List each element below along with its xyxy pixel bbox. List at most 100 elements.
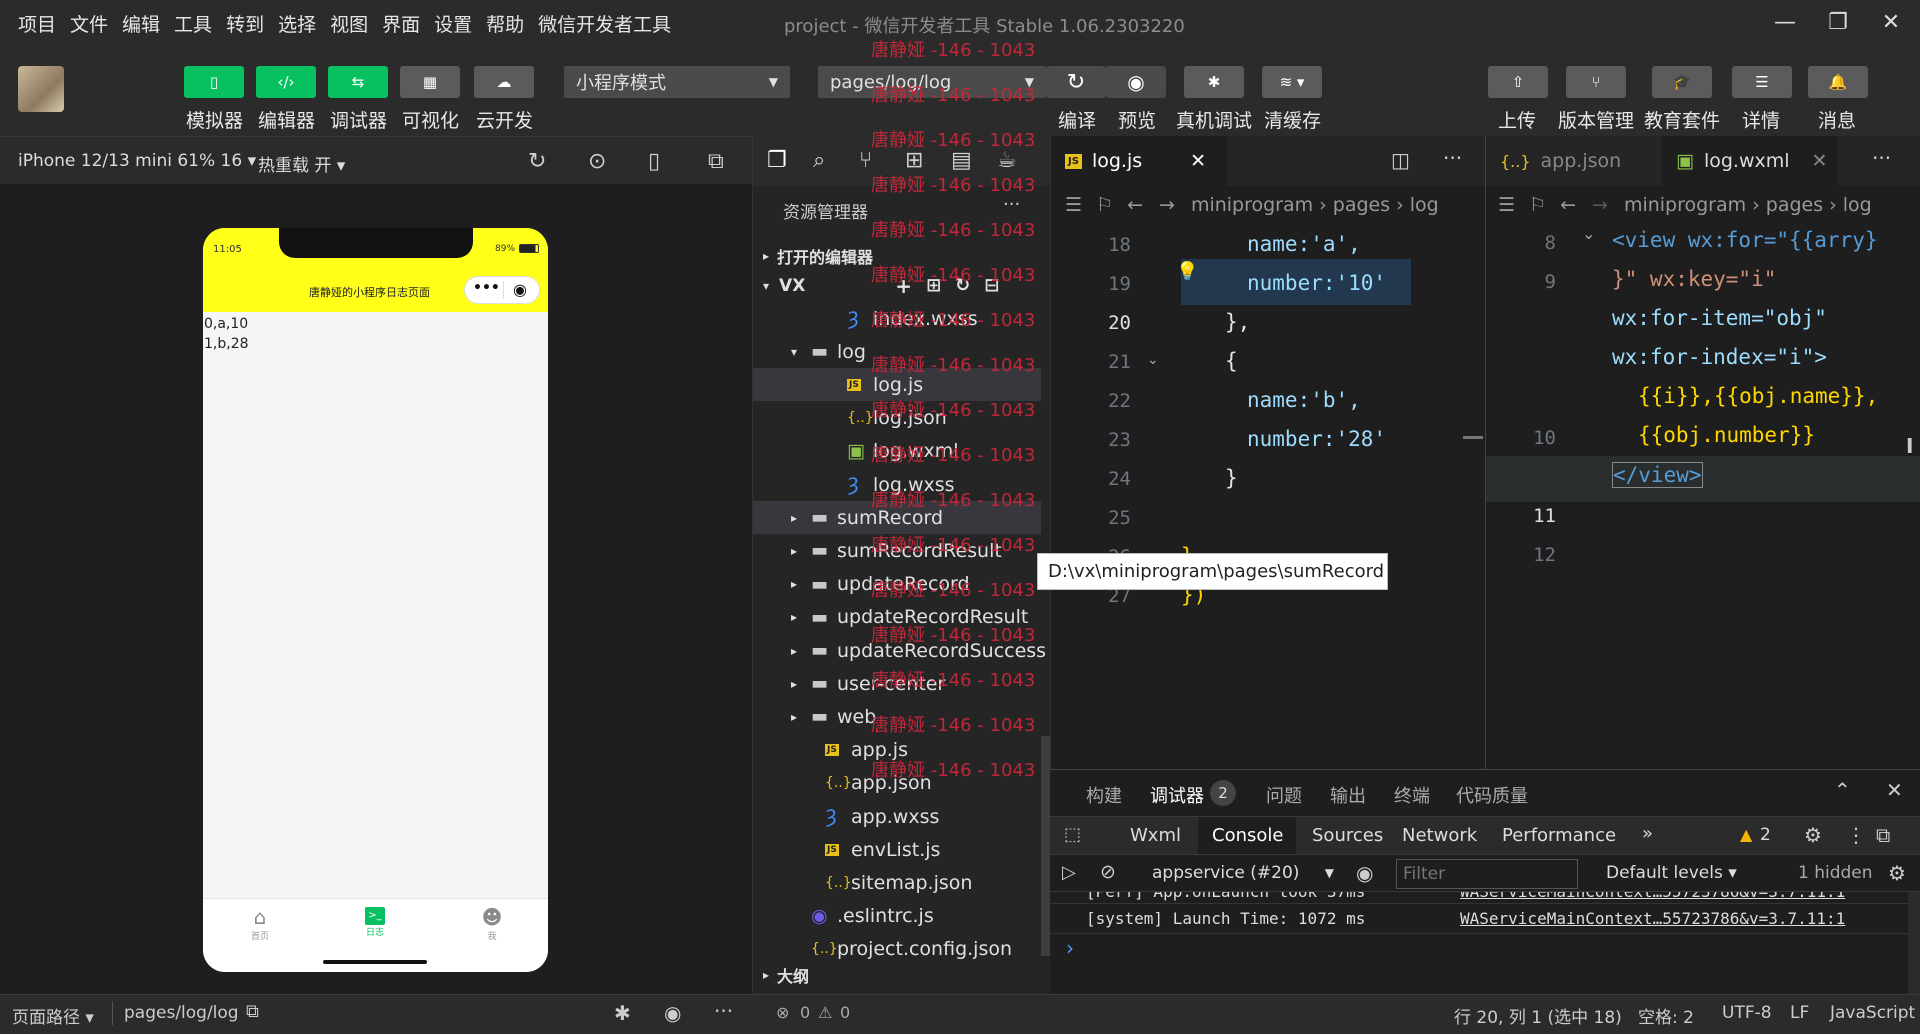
- file-item[interactable]: {..} log.json: [753, 402, 1041, 435]
- file-item[interactable]: Ȝindex.wxss: [753, 302, 1041, 335]
- open-editors-section[interactable]: ▸ 打开的编辑器: [753, 239, 1051, 272]
- tab-build[interactable]: 构建: [1086, 782, 1122, 808]
- close-icon[interactable]: ✕: [1190, 150, 1206, 172]
- clear-cache-button[interactable]: ≋ ▾: [1262, 66, 1322, 98]
- lightbulb-icon[interactable]: 💡: [1176, 261, 1198, 282]
- console-scrollbar[interactable]: [1908, 892, 1920, 995]
- file-item[interactable]: JS app.js: [753, 734, 1041, 767]
- clear-console-icon[interactable]: ⊘: [1100, 861, 1116, 883]
- crumb-miniprogram[interactable]: miniprogram: [1624, 194, 1746, 216]
- menu-wechat-devtools[interactable]: 微信开发者工具: [538, 10, 671, 37]
- messages-button[interactable]: 🔔: [1808, 66, 1868, 98]
- education-button[interactable]: 🎓: [1652, 66, 1712, 98]
- kebab-icon[interactable]: ⋮: [1846, 823, 1866, 847]
- indentation[interactable]: 空格: 2: [1638, 1003, 1694, 1028]
- list-icon[interactable]: ☰: [1498, 194, 1515, 216]
- cloud-button[interactable]: ☁: [474, 66, 534, 98]
- console-prompt[interactable]: ›: [1066, 936, 1074, 960]
- back-icon[interactable]: ←: [1560, 194, 1576, 216]
- tab-code-quality[interactable]: 代码质量: [1456, 782, 1528, 808]
- tab-home[interactable]: ⌂ 首页: [230, 905, 290, 942]
- dock-icon[interactable]: ⧉: [1876, 823, 1890, 847]
- visual-button[interactable]: ▦: [400, 66, 460, 98]
- tab-app-json[interactable]: {..} app.json: [1486, 136, 1662, 186]
- rotate-icon[interactable]: ↻: [528, 149, 546, 174]
- menu-file[interactable]: 文件: [70, 10, 108, 37]
- file-item[interactable]: Ȝapp.wxss: [753, 800, 1041, 833]
- fold-icon[interactable]: ⌄: [1582, 224, 1595, 243]
- close-mini-icon[interactable]: ◉: [513, 280, 527, 299]
- menu-interface[interactable]: 界面: [382, 10, 420, 37]
- more-actions-icon[interactable]: ···: [714, 999, 733, 1023]
- eye-icon[interactable]: ◉: [664, 1001, 681, 1025]
- simulator-button[interactable]: ▯: [184, 66, 244, 98]
- menu-goto[interactable]: 转到: [226, 10, 264, 37]
- tab-me[interactable]: ☻ 我: [462, 905, 522, 942]
- tab-log-js[interactable]: JS log.js ✕: [1051, 136, 1227, 186]
- tab-log-wxml[interactable]: ▣ log.wxml ✕: [1662, 136, 1838, 186]
- root-folder[interactable]: ▾ VX + ⊞ ↻ ⊟: [753, 269, 1051, 302]
- collapse-icon[interactable]: ⊟: [984, 275, 999, 296]
- source-control-icon[interactable]: ⑂: [859, 148, 872, 173]
- menu-select[interactable]: 选择: [278, 10, 316, 37]
- detach-icon[interactable]: ⧉: [708, 149, 724, 174]
- file-item[interactable]: JS log.js: [753, 368, 1041, 402]
- file-item[interactable]: JS envList.js: [753, 833, 1041, 866]
- menu-tools[interactable]: 工具: [174, 10, 212, 37]
- log-source-link[interactable]: WAServiceMainContext…55723786&v=3.7.11:1: [1460, 909, 1845, 928]
- file-item[interactable]: {..} app.json: [753, 767, 1041, 800]
- preview-button[interactable]: ◉: [1106, 66, 1166, 98]
- fold-icon[interactable]: ⌄: [1147, 352, 1159, 368]
- tab-debugger[interactable]: 调试器: [1150, 782, 1204, 808]
- debugger-button[interactable]: ⇆: [328, 66, 388, 98]
- file-item[interactable]: Ȝlog.wxss: [753, 468, 1041, 501]
- capsule-button[interactable]: ••• ◉: [464, 276, 540, 304]
- bug-icon[interactable]: ✱: [614, 1001, 631, 1025]
- eye-icon[interactable]: ◉: [1356, 861, 1373, 885]
- encoding[interactable]: UTF-8: [1722, 1003, 1772, 1023]
- minimize-icon[interactable]: —: [1770, 8, 1800, 38]
- panel-wxml[interactable]: Wxml: [1130, 825, 1181, 846]
- tab-issues[interactable]: 问题: [1266, 782, 1302, 808]
- page-select[interactable]: pages/log/log ▼: [818, 66, 1046, 98]
- panel-console[interactable]: Console: [1212, 825, 1283, 846]
- bookmark-icon[interactable]: ⚐: [1529, 194, 1546, 216]
- details-button[interactable]: ☰: [1732, 66, 1792, 98]
- forward-icon[interactable]: →: [1159, 194, 1175, 216]
- file-item[interactable]: ▣ log.wxml: [753, 435, 1041, 468]
- extensions-icon[interactable]: ⊞: [905, 148, 923, 173]
- inspect-icon[interactable]: ⬚: [1064, 824, 1081, 845]
- error-count[interactable]: 0: [800, 1003, 810, 1022]
- hot-reload-toggle[interactable]: 热重载 开 ▾: [258, 151, 345, 176]
- folder-item[interactable]: ▸ ▬ user-center: [753, 667, 1041, 700]
- folder-item[interactable]: ▸ ▬ sumRecord: [753, 501, 1041, 535]
- close-icon[interactable]: ✕: [1812, 150, 1828, 172]
- more-icon[interactable]: •••: [473, 280, 500, 296]
- maximize-icon[interactable]: ❐: [1823, 8, 1853, 38]
- editor-log-js[interactable]: JS log.js ✕ ◫ ··· ☰ ⚐ ← → miniprogram › …: [1050, 136, 1485, 769]
- copy-icon[interactable]: ⧉: [246, 1001, 259, 1022]
- device-select[interactable]: iPhone 12/13 mini 61% 16 ▾: [18, 151, 256, 171]
- upload-button[interactable]: ⇧: [1488, 66, 1548, 98]
- stop-icon[interactable]: ⊙: [588, 149, 606, 174]
- more-panels-icon[interactable]: »: [1642, 823, 1653, 844]
- eol[interactable]: LF: [1790, 1003, 1809, 1023]
- page-path-select[interactable]: 页面路径 ▾: [12, 1003, 94, 1028]
- tab-log[interactable]: >_ 日志: [345, 905, 405, 938]
- list-icon[interactable]: ☰: [1065, 194, 1082, 216]
- more-actions-icon[interactable]: ···: [1872, 146, 1891, 170]
- folder-item[interactable]: ▸ ▬ updateRecordSuccess: [753, 634, 1046, 667]
- language-mode[interactable]: JavaScript: [1830, 1003, 1915, 1023]
- sidebar-toggle-icon[interactable]: ▷: [1062, 862, 1076, 883]
- filter-input[interactable]: [1396, 859, 1578, 889]
- folder-item[interactable]: ▾ ▬ log: [753, 335, 1041, 368]
- refresh-icon[interactable]: ↻: [955, 275, 970, 296]
- menu-view[interactable]: 视图: [330, 10, 368, 37]
- panel-network[interactable]: Network: [1402, 825, 1477, 846]
- gear-icon[interactable]: ⚙: [1804, 823, 1822, 847]
- folder-item[interactable]: ▸ ▬ updateRecordResult: [753, 601, 1041, 634]
- warning-count[interactable]: 0: [840, 1003, 850, 1022]
- editor-button[interactable]: ‹/›: [256, 66, 316, 98]
- outline-section[interactable]: ▸ 大纲: [753, 958, 1051, 991]
- tab-output[interactable]: 输出: [1330, 782, 1366, 808]
